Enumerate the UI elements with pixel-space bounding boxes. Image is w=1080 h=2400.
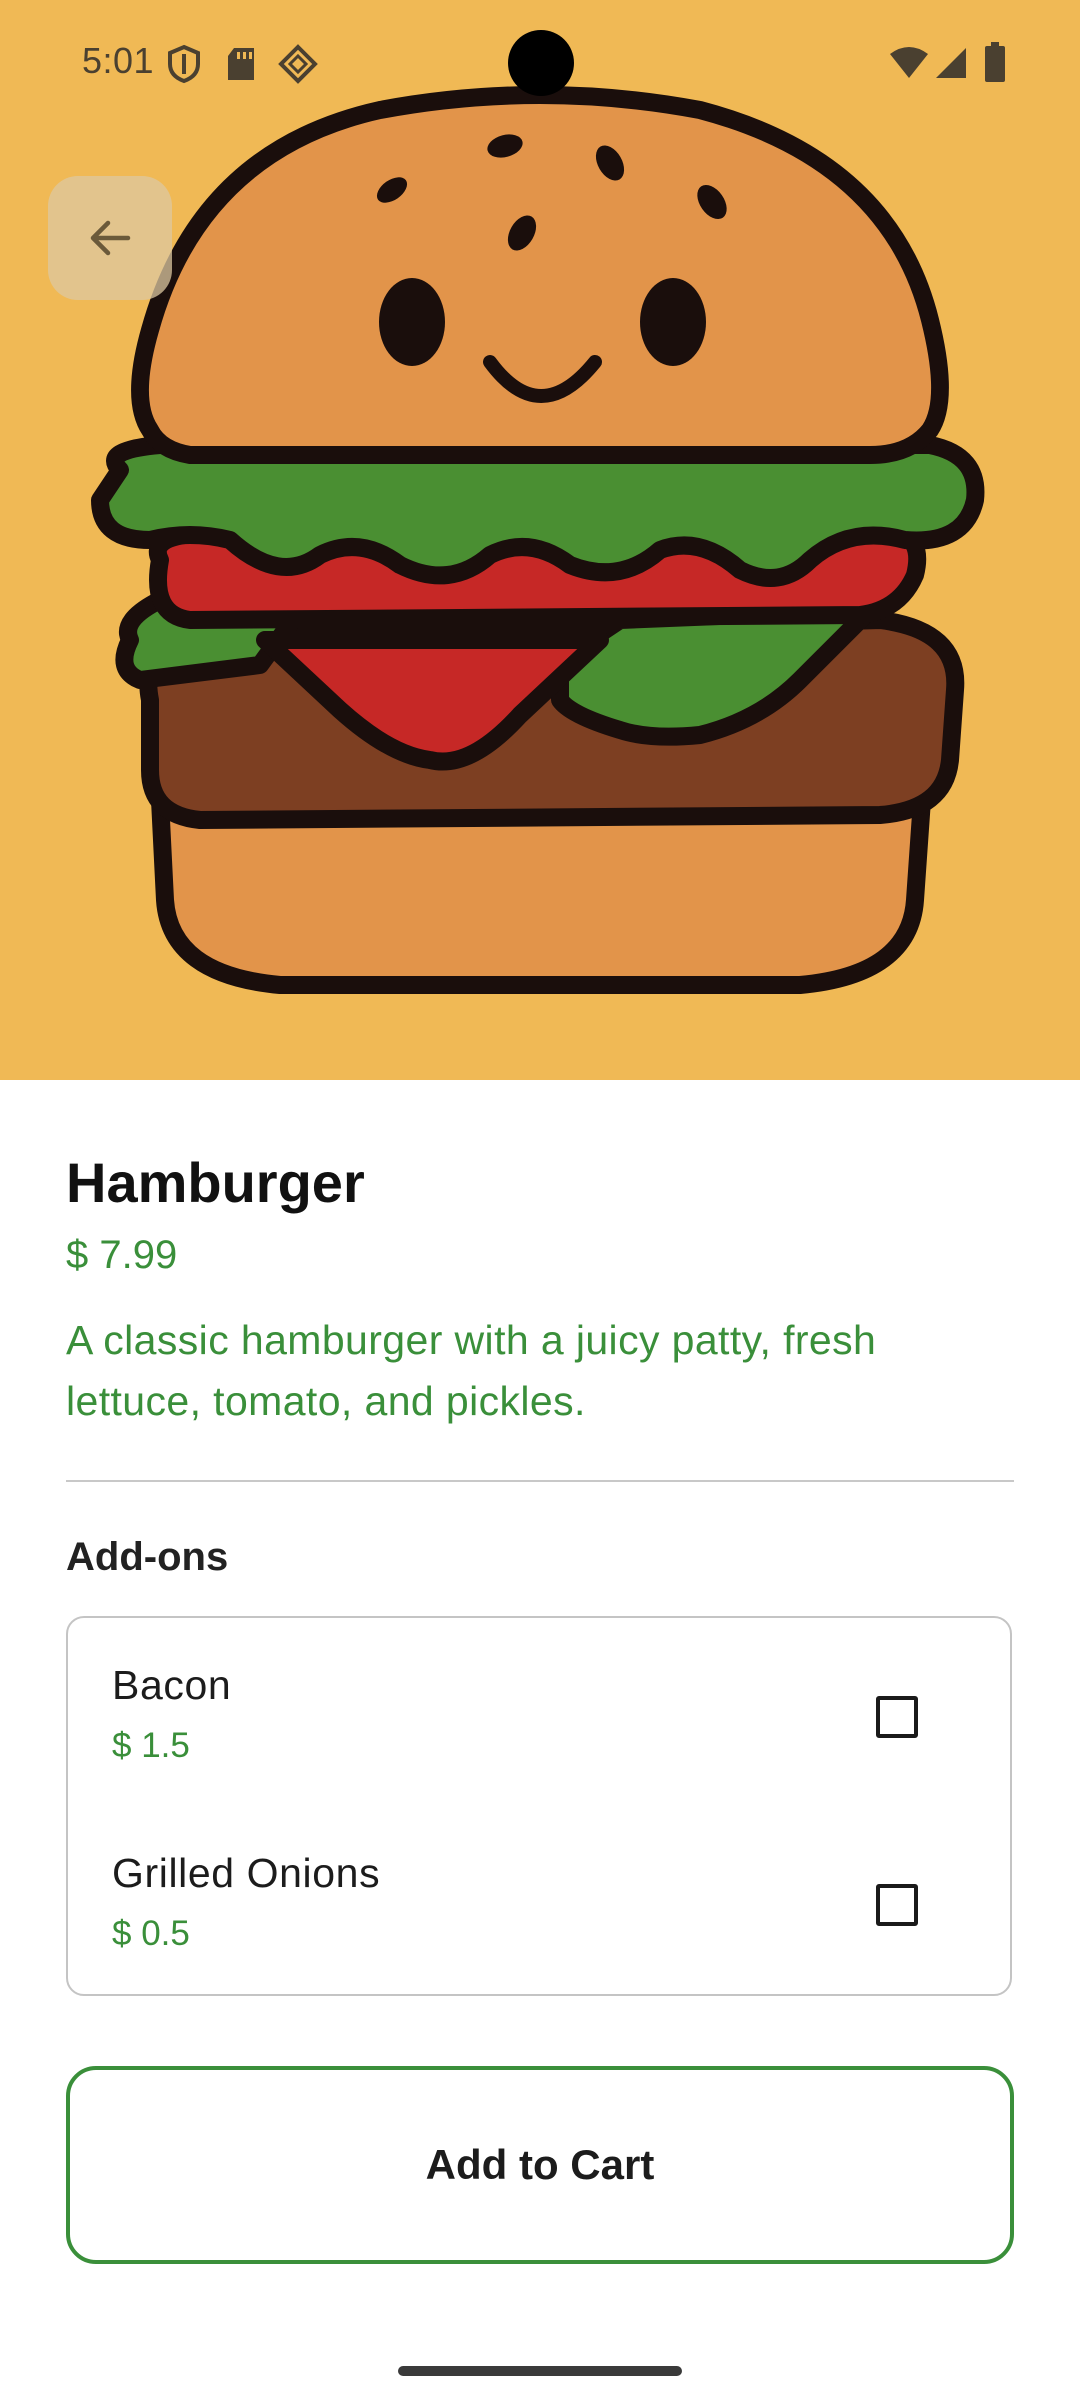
add-to-cart-button[interactable]: Add to Cart bbox=[66, 2066, 1014, 2264]
battery-icon bbox=[985, 42, 1005, 82]
cell-signal-icon bbox=[936, 48, 966, 78]
arrow-back-icon bbox=[90, 220, 131, 256]
product-description: A classic hamburger with a juicy patty, … bbox=[66, 1317, 877, 1424]
bacon-checkbox[interactable] bbox=[876, 1696, 918, 1738]
hamburger-illustration bbox=[91, 86, 985, 994]
sd-card-icon bbox=[228, 48, 254, 80]
addons-heading: Add-ons bbox=[66, 1535, 229, 1579]
addon-name: Grilled Onions bbox=[112, 1850, 381, 1896]
product-image bbox=[0, 0, 1080, 1080]
wifi-icon bbox=[890, 47, 928, 78]
divider bbox=[66, 1480, 1014, 1482]
back-button[interactable] bbox=[48, 176, 172, 300]
addon-item-bacon[interactable]: Bacon $ 1.5 bbox=[68, 1644, 1014, 1814]
home-indicator[interactable] bbox=[398, 2366, 682, 2376]
grilled-onions-checkbox[interactable] bbox=[876, 1884, 918, 1926]
product-title: Hamburger bbox=[66, 1151, 365, 1214]
addons-list: Bacon $ 1.5 Grilled Onions $ 0.5 bbox=[66, 1616, 1012, 1996]
status-time: 5:01 bbox=[82, 40, 155, 81]
status-bar: 5:01 bbox=[0, 0, 1080, 130]
addon-price: $ 0.5 bbox=[112, 1914, 190, 1953]
addon-name: Bacon bbox=[112, 1662, 232, 1708]
addon-price: $ 1.5 bbox=[112, 1726, 190, 1765]
product-price: $ 7.99 bbox=[66, 1233, 178, 1277]
shield-icon bbox=[168, 44, 200, 84]
addon-item-grilled-onions[interactable]: Grilled Onions $ 0.5 bbox=[68, 1832, 1014, 2002]
camera-cutout bbox=[508, 30, 574, 96]
nearby-icon bbox=[278, 44, 318, 84]
product-detail-screen: 5:01 Hamburger $ 7.99 A classic hamburge… bbox=[0, 0, 1080, 2400]
